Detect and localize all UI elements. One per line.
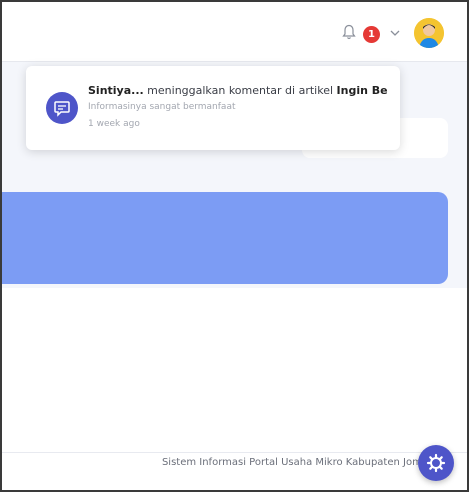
notification-time: 1 week ago — [88, 119, 140, 129]
notification-dropdown-item[interactable]: Sintiya... meninggalkan komentar di arti… — [26, 66, 400, 150]
bell-icon[interactable] — [342, 24, 356, 40]
notification-actor: Sintiya... — [88, 84, 144, 97]
footer-text: Sistem Informasi Portal Usaha Mikro Kabu… — [161, 457, 447, 468]
settings-fab-button[interactable] — [418, 445, 454, 481]
welcome-banner — [2, 192, 448, 284]
app-frame: 1 Sistem Informasi Portal Usaha Mikro Ka… — [0, 0, 469, 492]
content-area — [2, 288, 467, 452]
gear-icon — [426, 453, 446, 473]
notification-article: Ingin Be... — [336, 84, 388, 97]
comment-icon — [54, 101, 70, 117]
notification-action: meninggalkan komentar di artikel — [143, 84, 337, 97]
chevron-down-icon[interactable] — [389, 28, 401, 38]
user-avatar-icon — [414, 18, 444, 48]
notification-count-badge[interactable]: 1 — [363, 26, 380, 43]
notification-title: Sintiya... meninggalkan komentar di arti… — [88, 84, 388, 97]
notification-body: Informasinya sangat bermanfaat — [88, 102, 236, 112]
top-navbar: 1 — [2, 2, 467, 62]
user-avatar[interactable] — [414, 18, 444, 48]
notification-avatar — [46, 92, 78, 124]
